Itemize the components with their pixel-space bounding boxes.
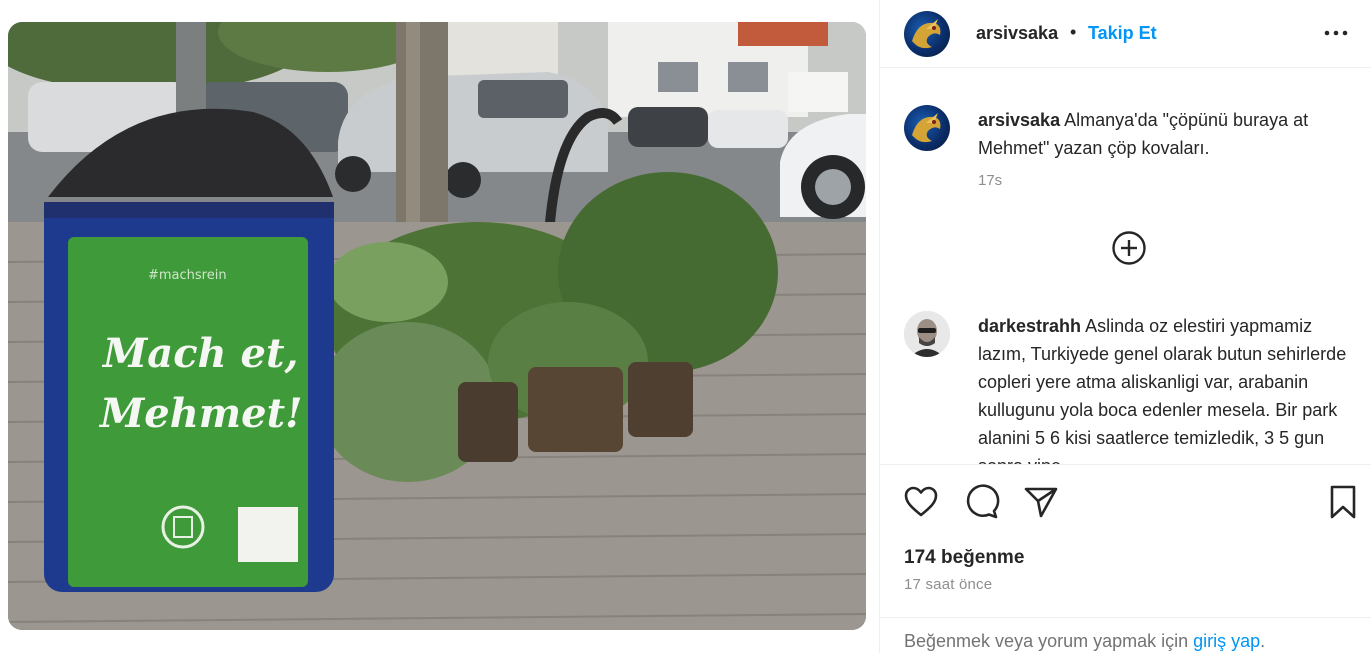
post-actions: 174 beğenme 17 saat önce Beğenmek veya y… xyxy=(880,464,1371,653)
heart-icon[interactable] xyxy=(902,483,940,521)
bookmark-icon[interactable] xyxy=(1324,483,1362,521)
post-header: arsivsaka • Takip Et xyxy=(880,0,1371,68)
login-prompt: Beğenmek veya yorum yapmak için giriş ya… xyxy=(904,631,1265,652)
commenter-avatar[interactable] xyxy=(904,311,950,357)
comment: darkestrahh Aslinda oz elestiri yapmamiz… xyxy=(978,312,1363,464)
dragon-logo-icon xyxy=(912,113,941,143)
separator-dot: • xyxy=(1070,22,1077,42)
comment-username[interactable]: darkestrahh xyxy=(978,316,1081,336)
login-prompt-suffix: . xyxy=(1260,631,1266,651)
photo-scene: #machsrein Mach et, Mehmet! xyxy=(8,22,866,630)
bin-slogan-line1: Mach et, xyxy=(101,330,298,377)
caption: arsivsaka Almanya'da "çöpünü buraya at M… xyxy=(978,106,1358,162)
login-prompt-prefix: Beğenmek veya yorum yapmak için xyxy=(904,631,1189,651)
likes-count[interactable]: 174 beğenme xyxy=(904,547,1024,569)
bin-slogan-line2: Mehmet! xyxy=(98,390,303,437)
post-media-area: #machsrein Mach et, Mehmet! xyxy=(0,0,879,653)
post-timestamp[interactable]: 17 saat önce xyxy=(904,576,992,593)
comment-icon[interactable] xyxy=(962,483,1000,521)
send-icon[interactable] xyxy=(1022,483,1060,521)
login-link[interactable]: giriş yap xyxy=(1193,631,1260,651)
more-horizontal-icon[interactable] xyxy=(1322,19,1350,47)
caption-timestamp[interactable]: 17s xyxy=(978,172,1002,189)
plus-circle-icon[interactable] xyxy=(1111,230,1147,266)
comments-section[interactable]: arsivsaka Almanya'da "çöpünü buraya at M… xyxy=(880,80,1371,464)
person-photo-icon xyxy=(904,311,950,357)
post-side-panel: arsivsaka • Takip Et arsivsaka Almanya'd… xyxy=(879,0,1371,653)
follow-button[interactable]: Takip Et xyxy=(1088,23,1157,44)
caption-username[interactable]: arsivsaka xyxy=(978,110,1060,130)
post-photo[interactable]: #machsrein Mach et, Mehmet! xyxy=(8,22,866,630)
bin-tag-text: #machsrein xyxy=(148,268,227,283)
comment-text: Aslinda oz elestiri yapmamiz lazım, Turk… xyxy=(978,316,1347,464)
author-username[interactable]: arsivsaka xyxy=(976,23,1058,44)
dragon-logo-icon xyxy=(912,19,941,49)
author-avatar[interactable] xyxy=(904,11,950,57)
login-prompt-row: Beğenmek veya yorum yapmak için giriş ya… xyxy=(880,617,1371,653)
caption-author-avatar[interactable] xyxy=(904,105,950,151)
